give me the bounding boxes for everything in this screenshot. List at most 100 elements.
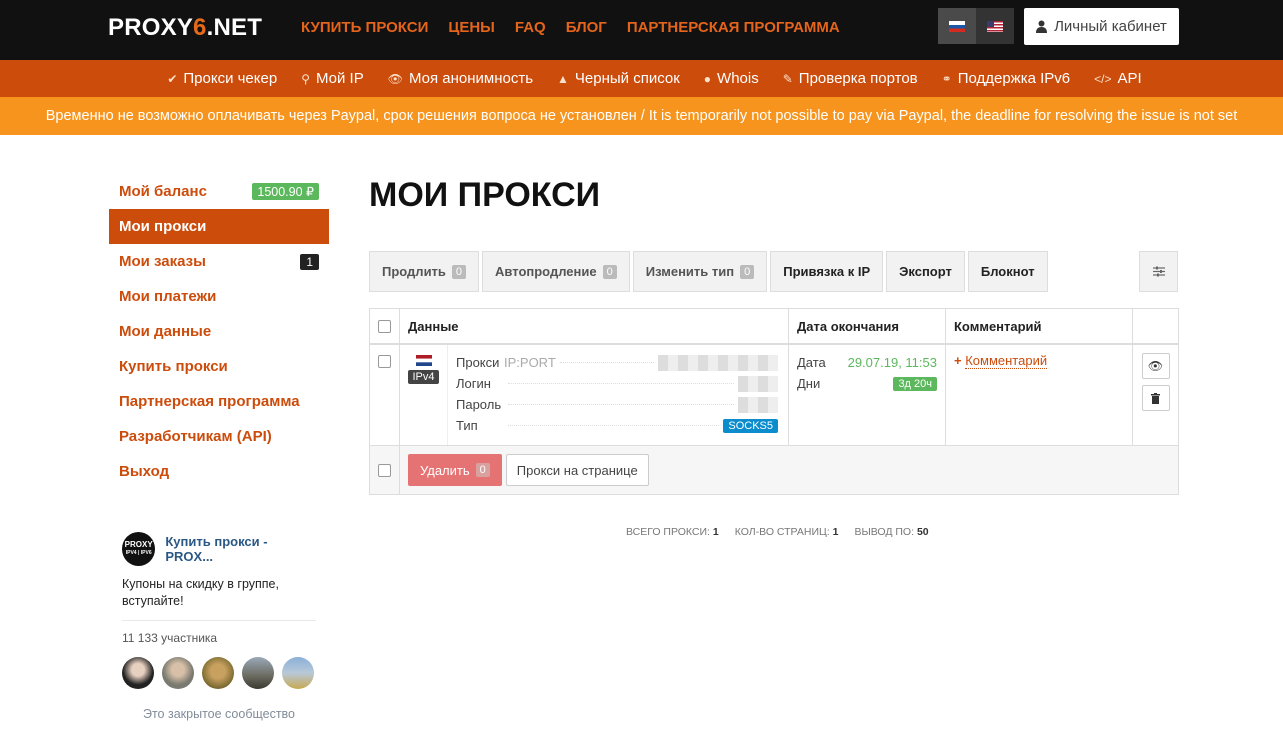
stat-value: 1 xyxy=(712,526,719,538)
password-value-redacted[interactable] xyxy=(738,396,778,413)
cabinet-label: Личный кабинет xyxy=(1054,18,1167,35)
autorenew-button[interactable]: Автопродление 0 xyxy=(482,251,630,292)
nav-faq[interactable]: FAQ xyxy=(515,19,546,36)
leader-dots xyxy=(559,362,654,363)
extend-button[interactable]: Продлить 0 xyxy=(369,251,480,292)
button-label: Автопродление xyxy=(495,264,597,279)
days-row: Дни 3д 20ч xyxy=(797,373,937,394)
sidebar-item-my-data[interactable]: Мои данные xyxy=(109,314,329,349)
sidebar-item-partner[interactable]: Партнерская программа xyxy=(109,384,329,419)
lang-en-button[interactable] xyxy=(976,8,1014,44)
tool-port-check[interactable]: ✎ Проверка портов xyxy=(783,70,918,87)
sidebar-item-my-proxies[interactable]: Мои прокси xyxy=(109,209,329,244)
view-button[interactable]: 👁 xyxy=(1141,353,1170,379)
date-label: Дата xyxy=(797,355,826,370)
proxy-data-cell: IPv4 Прокси IP:PORT Логин Пароль Тип SOCKS… xyxy=(400,345,789,445)
row-select-cell xyxy=(370,345,400,445)
personal-cabinet-button[interactable]: Личный кабинет xyxy=(1024,8,1179,45)
vk-group-title[interactable]: Купить прокси - PROX... xyxy=(165,534,316,564)
tool-label: Моя анонимность xyxy=(408,70,534,87)
vk-group-widget: PROXY IPV4 | IPV6 Купить прокси - PROX...… xyxy=(122,532,316,721)
nav-blog[interactable]: БЛОГ xyxy=(566,19,607,36)
button-label: Привязка к IP xyxy=(783,264,871,279)
proxy-type-badge: SOCKS5 xyxy=(723,418,778,433)
end-date-cell: Дата 29.07.19, 11:53 Дни 3д 20ч xyxy=(789,345,946,445)
tool-ipv6-support[interactable]: ⚭ Поддержка IPv6 xyxy=(942,70,1071,87)
sidebar-item-balance[interactable]: Мой баланс 1500.90 ₽ xyxy=(109,174,329,209)
leader-dots xyxy=(508,404,734,405)
header-data[interactable]: Данные xyxy=(400,309,789,343)
check-circle-icon: ✔ xyxy=(167,71,178,86)
lang-ru-button[interactable] xyxy=(938,8,976,44)
pages-count: КОЛ-ВО СТРАНИЦ: 1 xyxy=(735,526,839,538)
nav-buy-proxy[interactable]: КУПИТЬ ПРОКСИ xyxy=(301,19,428,36)
vk-members-count[interactable]: 11 133 участника xyxy=(122,631,316,645)
add-comment-link[interactable]: + Комментарий xyxy=(954,353,1048,369)
sidebar-item-label: Мои заказы xyxy=(119,253,206,270)
nav-prices[interactable]: ЦЕНЫ xyxy=(448,19,494,36)
button-label: Удалить xyxy=(420,462,470,478)
avatar[interactable] xyxy=(242,657,274,689)
tool-label: Whois xyxy=(717,70,759,87)
avatar[interactable] xyxy=(202,657,234,689)
button-label: Продлить xyxy=(382,264,446,279)
date-value: 29.07.19, 11:53 xyxy=(847,355,937,370)
columns-settings-button[interactable] xyxy=(1139,251,1178,292)
sliders-icon xyxy=(1152,266,1165,277)
vk-group-avatar[interactable]: PROXY IPV4 | IPV6 xyxy=(122,532,156,566)
field-label: Тип xyxy=(456,418,478,433)
avatar[interactable] xyxy=(122,657,154,689)
sidebar-item-label: Мои прокси xyxy=(119,218,207,235)
proxy-value-redacted[interactable] xyxy=(658,354,778,371)
avatar[interactable] xyxy=(282,657,314,689)
tool-label: API xyxy=(1117,70,1142,87)
bind-ip-button[interactable]: Привязка к IP xyxy=(770,251,884,292)
delete-row-button[interactable] xyxy=(1141,385,1170,411)
footer-checkbox[interactable] xyxy=(378,463,391,477)
tool-blacklist[interactable]: ▲ Черный список xyxy=(557,70,680,87)
sidebar-item-orders[interactable]: Мои заказы 1 xyxy=(109,244,329,279)
nav-partner-program[interactable]: ПАРТНЕРСКАЯ ПРОГРАММА xyxy=(627,19,840,36)
header-comment[interactable]: Комментарий xyxy=(946,309,1133,343)
sidebar-item-payments[interactable]: Мои платежи xyxy=(109,279,329,314)
days-left-badge: 3д 20ч xyxy=(893,376,937,391)
tool-label: Мой IP xyxy=(316,70,364,87)
total-proxies: ВСЕГО ПРОКСИ: 1 xyxy=(626,526,719,538)
tool-my-anonymity[interactable]: 👁 Моя анонимность xyxy=(388,70,533,87)
tool-api[interactable]: </> API xyxy=(1094,70,1142,87)
sidebar-item-label: Мои данные xyxy=(119,323,212,340)
table-row: IPv4 Прокси IP:PORT Логин Пароль Тип SOCKS… xyxy=(370,345,1178,445)
notepad-button[interactable]: Блокнот xyxy=(967,251,1048,292)
footer-select-cell xyxy=(370,446,400,494)
proxy-country-col: IPv4 xyxy=(400,345,448,445)
login-value-redacted[interactable] xyxy=(738,375,778,392)
account-sidebar: Мой баланс 1500.90 ₽ Мои прокси Мои заказ… xyxy=(109,174,329,489)
stat-label: ВСЕГО ПРОКСИ: xyxy=(626,526,710,538)
sidebar-item-buy-proxy[interactable]: Купить прокси xyxy=(109,349,329,384)
row-checkbox[interactable] xyxy=(378,355,391,368)
export-button[interactable]: Экспорт xyxy=(886,251,965,292)
avatar[interactable] xyxy=(162,657,194,689)
header-end-date[interactable]: Дата окончания xyxy=(789,309,946,343)
tool-my-ip[interactable]: ⚲ Мой IP xyxy=(301,70,364,87)
vk-member-avatars xyxy=(122,657,316,689)
delete-button[interactable]: Удалить 0 xyxy=(408,454,502,486)
site-logo[interactable]: PROXY6.NET xyxy=(108,14,262,42)
stat-value: 50 xyxy=(916,526,929,538)
balance-badge: 1500.90 ₽ xyxy=(252,183,319,200)
ip-version-badge: IPv4 xyxy=(408,370,439,384)
proxies-per-page-button[interactable]: Прокси на странице xyxy=(505,454,649,486)
sidebar-item-logout[interactable]: Выход xyxy=(109,454,329,489)
actions-cell: 👁 xyxy=(1133,345,1178,445)
tool-whois[interactable]: ● Whois xyxy=(704,70,759,87)
russia-flag-icon xyxy=(949,20,965,32)
count-badge: 0 xyxy=(451,264,467,279)
language-switcher xyxy=(938,8,1014,44)
table-footer: Удалить 0 Прокси на странице xyxy=(370,445,1178,494)
sidebar-item-api[interactable]: Разработчикам (API) xyxy=(109,419,329,454)
divider xyxy=(122,620,316,621)
vk-logo-subtext: IPV4 | IPV6 xyxy=(125,550,152,556)
select-all-checkbox[interactable] xyxy=(378,319,391,333)
tool-proxy-checker[interactable]: ✔ Прокси чекер xyxy=(167,70,277,87)
change-type-button[interactable]: Изменить тип 0 xyxy=(632,251,768,292)
